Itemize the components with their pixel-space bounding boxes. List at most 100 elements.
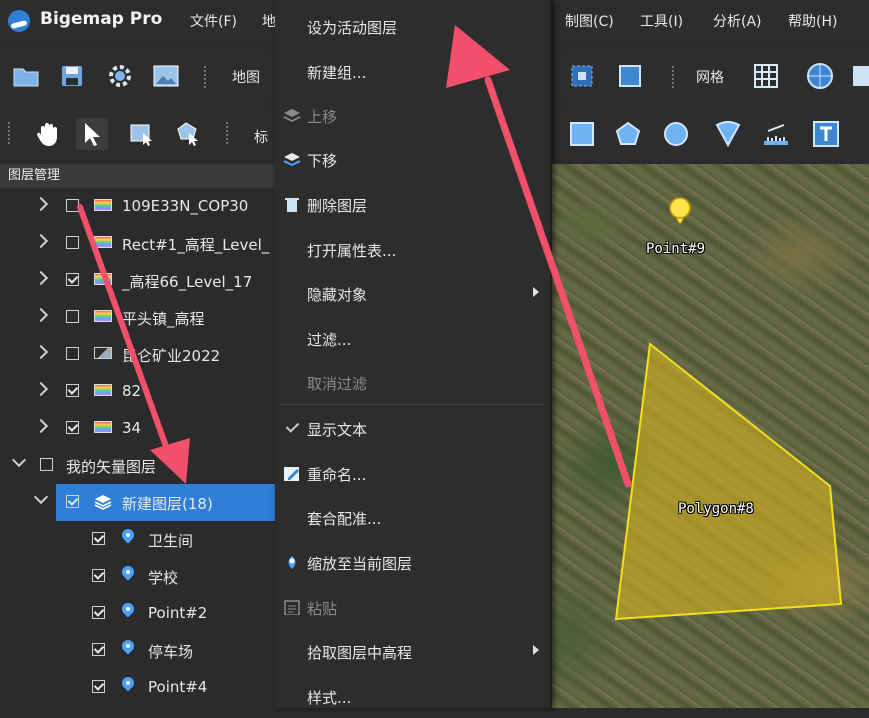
- layer-label: 109E33N_COP30: [122, 197, 249, 215]
- layer-visibility-checkbox[interactable]: [92, 643, 105, 656]
- map-toolbar-label[interactable]: 地图: [232, 67, 260, 87]
- expand-chevron-icon[interactable]: [33, 270, 49, 286]
- layer-row[interactable]: Point#4: [0, 669, 275, 706]
- expand-chevron-icon[interactable]: [33, 233, 49, 249]
- context-menu-item[interactable]: 缩放至当前图层: [275, 540, 550, 584]
- text-tool-icon[interactable]: [810, 118, 842, 150]
- layer-visibility-checkbox[interactable]: [92, 606, 105, 619]
- select-pointer-icon[interactable]: [76, 118, 108, 150]
- layer-label: Point#4: [148, 678, 208, 696]
- layer-row[interactable]: 我的矢量图层: [0, 447, 275, 484]
- context-menu-item[interactable]: 新建组...: [275, 49, 550, 93]
- measure-ruler-icon[interactable]: [760, 118, 792, 150]
- layer-visibility-checkbox[interactable]: [66, 236, 79, 249]
- layers-up-icon: [283, 109, 301, 122]
- expand-chevron-icon[interactable]: [33, 418, 49, 434]
- layer-row[interactable]: Point#2: [0, 595, 275, 632]
- layer-row[interactable]: 学校: [0, 558, 275, 595]
- menu-analysis[interactable]: 分析(A): [713, 11, 762, 31]
- context-menu-label: 套合配准...: [307, 510, 382, 528]
- image-icon[interactable]: [150, 60, 182, 92]
- expand-chevron-icon[interactable]: [33, 196, 49, 212]
- expand-chevron-icon[interactable]: [33, 381, 49, 397]
- settings-gear-icon[interactable]: [104, 60, 136, 92]
- polygon-8-shape[interactable]: [614, 342, 843, 621]
- point-marker-icon: [119, 600, 137, 618]
- select-extent-icon[interactable]: [566, 60, 598, 92]
- menu-map-truncated[interactable]: 地: [262, 11, 276, 31]
- layer-row[interactable]: 82: [0, 373, 275, 410]
- select-polygon-icon[interactable]: [172, 118, 204, 150]
- context-menu-item[interactable]: 设为活动图层: [275, 4, 550, 48]
- collapse-chevron-icon[interactable]: [33, 489, 49, 505]
- raster-layer-icon: [94, 199, 112, 211]
- layer-row[interactable]: 卫生间: [0, 521, 275, 558]
- globe-lnglat-icon[interactable]: [804, 60, 836, 92]
- draw-sector-icon[interactable]: [712, 118, 744, 150]
- save-icon[interactable]: [56, 60, 88, 92]
- layer-visibility-checkbox[interactable]: [92, 680, 105, 693]
- draw-rectangle-icon[interactable]: [566, 118, 598, 150]
- layer-visibility-checkbox[interactable]: [66, 495, 79, 508]
- kml-icon[interactable]: [850, 60, 869, 92]
- context-menu-label: 删除图层: [307, 197, 368, 215]
- open-folder-icon[interactable]: [10, 60, 42, 92]
- layer-label: Point#2: [148, 604, 208, 622]
- draw-pentagon-icon[interactable]: [612, 118, 644, 150]
- context-menu-item[interactable]: 打开属性表...: [275, 227, 550, 271]
- draw-circle-icon[interactable]: [660, 118, 692, 150]
- layer-row[interactable]: Rect#1_高程_Level_: [0, 225, 275, 262]
- context-menu-item[interactable]: 重命名...: [275, 451, 550, 495]
- pan-hand-icon[interactable]: [32, 118, 64, 150]
- menu-separator: [281, 404, 544, 405]
- menu-file[interactable]: 文件(F): [190, 11, 237, 31]
- layer-row[interactable]: 新建图层(18): [33, 484, 275, 521]
- context-menu-item[interactable]: 过滤...: [275, 316, 550, 360]
- layer-row[interactable]: 平头镇_高程: [0, 299, 275, 336]
- paste-icon: [284, 600, 300, 615]
- menu-help[interactable]: 帮助(H): [788, 11, 837, 31]
- layer-row[interactable]: 109E33N_COP30: [0, 188, 275, 225]
- layer-panel-title: 图层管理: [0, 164, 275, 188]
- layer-visibility-checkbox[interactable]: [66, 384, 79, 397]
- layer-visibility-checkbox[interactable]: [66, 347, 79, 360]
- trash-icon: [285, 198, 299, 212]
- layer-label: 学校: [148, 569, 179, 587]
- context-menu-label: 重命名...: [307, 466, 367, 484]
- layer-visibility-checkbox[interactable]: [92, 532, 105, 545]
- map-pin-icon[interactable]: [669, 197, 691, 225]
- context-menu-label: 隐藏对象: [307, 286, 368, 304]
- layer-visibility-checkbox[interactable]: [66, 199, 79, 212]
- context-menu-item[interactable]: 样式...: [275, 674, 550, 718]
- menu-cartography[interactable]: 制图(C): [565, 11, 614, 31]
- collapse-chevron-icon[interactable]: [11, 452, 27, 468]
- context-menu-item[interactable]: 删除图层: [275, 182, 550, 226]
- layer-row[interactable]: 昆仑矿业2022: [0, 336, 275, 373]
- map-view[interactable]: Point#9 Polygon#8: [550, 164, 869, 708]
- grid-icon[interactable]: [750, 60, 782, 92]
- layer-visibility-checkbox[interactable]: [40, 458, 53, 471]
- map-overlay: [614, 197, 843, 621]
- layer-row[interactable]: _高程66_Level_17: [0, 262, 275, 299]
- full-extent-icon[interactable]: [614, 60, 646, 92]
- context-menu-label: 缩放至当前图层: [307, 555, 413, 573]
- context-menu-item[interactable]: 下移: [275, 137, 550, 181]
- layer-row[interactable]: 停车场: [0, 632, 275, 669]
- context-menu-item[interactable]: 套合配准...: [275, 495, 550, 539]
- grid-label[interactable]: 网格: [696, 67, 724, 87]
- layer-visibility-checkbox[interactable]: [66, 421, 79, 434]
- app-title: Bigemap Pro: [40, 9, 163, 29]
- context-menu-item[interactable]: 显示文本: [275, 406, 550, 450]
- layer-label: 82: [122, 382, 142, 400]
- menu-tools[interactable]: 工具(I): [640, 11, 683, 31]
- context-menu-item[interactable]: 拾取图层中高程: [275, 629, 550, 673]
- expand-chevron-icon[interactable]: [33, 344, 49, 360]
- layer-visibility-checkbox[interactable]: [66, 273, 79, 286]
- context-menu-item[interactable]: 隐藏对象: [275, 271, 550, 315]
- select-rect-icon[interactable]: [126, 118, 158, 150]
- mark-toolbar-label[interactable]: 标: [254, 127, 268, 147]
- layer-visibility-checkbox[interactable]: [66, 310, 79, 323]
- layer-row[interactable]: 34: [0, 410, 275, 447]
- expand-chevron-icon[interactable]: [33, 307, 49, 323]
- layer-visibility-checkbox[interactable]: [92, 569, 105, 582]
